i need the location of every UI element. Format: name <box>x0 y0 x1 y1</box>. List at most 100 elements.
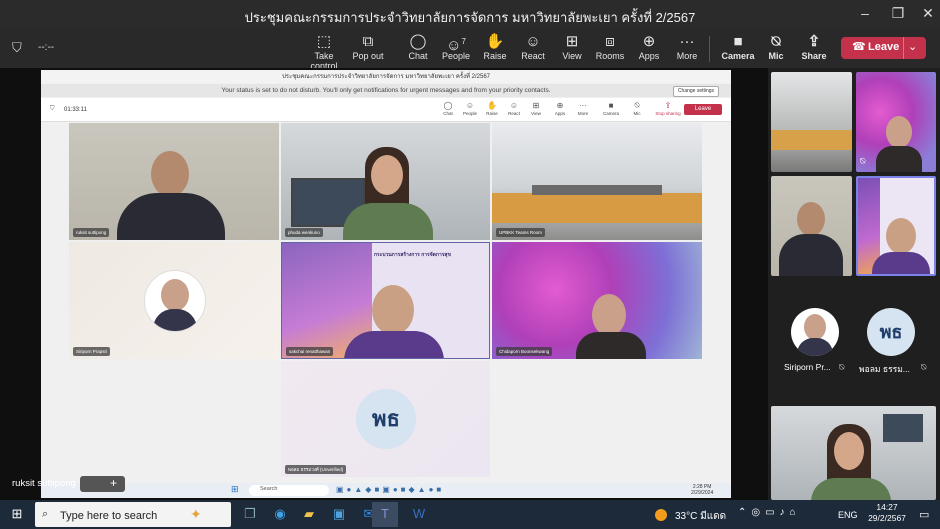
toolbar-divider <box>709 36 710 62</box>
avatar-ploam[interactable]: พธ <box>867 308 915 356</box>
chat-icon: ◯ <box>443 101 453 110</box>
chevron-down-icon[interactable]: ⌄ <box>908 40 917 53</box>
tile-name: phuda wenkuno <box>285 228 323 237</box>
phone-icon: ☎ <box>852 41 866 53</box>
weather-text[interactable]: 33°C มีแดด <box>675 509 726 524</box>
person-body <box>779 234 843 276</box>
pop-out-icon: ⧉ <box>362 33 374 50</box>
taskbar-clock[interactable]: 14:27 29/2/2567 <box>862 502 912 524</box>
hand-icon: ✋ <box>487 101 497 110</box>
leave-label: Leave <box>868 41 900 53</box>
change-settings-button: Change settings <box>673 86 719 97</box>
strip-tile-ruksit[interactable] <box>771 176 852 276</box>
more-icon: ··· <box>679 33 695 50</box>
shared-view: ⊞ View <box>525 101 547 116</box>
video-tile-sakchai: กระบวนการสร้างการ การจัดการสุข sakchai r… <box>281 242 490 359</box>
edge-icon[interactable]: ◉ <box>269 504 291 524</box>
windows-start-icon[interactable]: ⊞ <box>6 504 28 524</box>
person-body <box>117 193 225 240</box>
people-icon: ☺7 <box>446 37 466 54</box>
strip-tile-chidaporn[interactable]: ⍉ <box>856 72 936 172</box>
avatar-siriporn[interactable] <box>791 308 839 356</box>
language-indicator[interactable]: ENG <box>838 510 858 520</box>
maximize-button[interactable]: ❐ <box>883 5 913 22</box>
window-title: ประชุมคณะกรรมการประจำวิทยาลัยการจัดการ ม… <box>244 10 696 25</box>
mic-off-icon: ⍉ <box>839 362 845 372</box>
more-button[interactable]: ··· More <box>665 33 709 61</box>
avatar <box>144 270 206 332</box>
person-head <box>797 202 825 236</box>
video-tile-room: UPBKK Teams Room <box>492 123 702 240</box>
strip-tile-room[interactable] <box>771 72 852 172</box>
table-skirt <box>771 130 852 150</box>
close-button[interactable]: ✕ <box>913 5 940 22</box>
people-button[interactable]: ☺7 People <box>434 33 478 61</box>
strip-tile-phuda[interactable] <box>771 406 936 500</box>
self-video-name: ruksit suttipong <box>12 478 76 489</box>
notification-icon[interactable]: ▭ <box>919 508 929 521</box>
plus-icon: ⊕ <box>556 101 564 110</box>
self-video-controls[interactable] <box>80 476 125 492</box>
avatar-tile-siriporn: Siriporn Prapsri <box>69 242 279 359</box>
person-body <box>576 332 646 359</box>
avatar-tile-ploam: พธ พอลม ธรรมวงศ์ (Unverified) <box>281 361 490 477</box>
tile-name: sakchai renatthawan <box>286 347 334 356</box>
person-head <box>151 151 189 197</box>
tile-name: Siriporn Prapsri <box>73 347 111 356</box>
person-body <box>344 331 444 358</box>
video-tile-phuda: phuda wenkuno <box>281 123 490 240</box>
shared-people: ☺ People <box>459 101 481 116</box>
person-face <box>371 155 403 195</box>
share-button[interactable]: ⇪ Share <box>792 33 836 61</box>
search-icon: ⌕ <box>42 508 49 520</box>
pop-out-button[interactable]: ⧉ Pop out <box>346 33 390 61</box>
react-button[interactable]: ☺ React <box>511 33 555 61</box>
sun-icon <box>655 509 667 521</box>
mic-off-icon: ⍉ <box>921 362 927 372</box>
table-skirt <box>492 193 702 223</box>
task-view-icon[interactable]: ❐ <box>239 504 261 524</box>
camera-icon: ■ <box>608 101 614 110</box>
smiley-icon: ☺ <box>525 33 541 50</box>
tile-name: พอลม ธรรมวงศ์ (Unverified) <box>285 465 347 474</box>
rooms-icon: ⧈ <box>605 33 615 50</box>
mic-off-icon: ⍉ <box>860 156 866 166</box>
shared-timer: 01:33:11 <box>64 107 87 113</box>
person-face <box>834 432 864 470</box>
people-icon: ☺ <box>465 101 475 110</box>
windows-icon: ⊞ <box>231 484 239 494</box>
avatar-face <box>161 279 189 311</box>
plus-icon[interactable]: + <box>110 476 117 490</box>
strip-name-siriporn: Siriporn Pr... <box>784 362 831 372</box>
person-head <box>592 294 626 336</box>
shared-window-title: ประชุมคณะกรรมการประจำวิทยาลัยการจัดการ ม… <box>41 71 731 83</box>
share-icon: ⇪ <box>807 33 821 50</box>
file-explorer-icon[interactable]: ▰ <box>298 504 320 524</box>
stop-share-icon: ⇪ <box>664 101 672 110</box>
shared-search-label: Search <box>260 486 278 492</box>
strip-name-ploam: พอลม ธรรม... <box>859 364 910 374</box>
avatar-face <box>804 314 826 340</box>
shared-apps: ⊕ Apps <box>549 101 571 116</box>
shared-raise: ✋ Raise <box>481 101 503 116</box>
rooms-button[interactable]: ⧈ Rooms <box>588 33 632 61</box>
shield-icon: ⛉ <box>50 106 55 112</box>
take-control-button[interactable]: ⬚ Take control <box>302 33 346 71</box>
video-tile-ruksit: ruksit suttipong <box>69 123 279 240</box>
person-body <box>343 203 433 240</box>
teams-icon[interactable]: T <box>374 504 396 524</box>
avatar-body <box>153 309 197 331</box>
person-body <box>876 146 922 172</box>
more-icon: ··· <box>579 101 587 110</box>
minimize-button[interactable]: – <box>850 5 880 21</box>
sparkle-icon: ✦ <box>190 506 202 522</box>
store-icon[interactable]: ▣ <box>328 504 350 524</box>
person-body <box>811 478 891 500</box>
table-top <box>532 185 662 195</box>
strip-tile-sakchai[interactable] <box>856 176 936 276</box>
taskbar-search-placeholder: Type here to search <box>60 510 158 522</box>
tray-icons[interactable]: ⌃◎▭♪⌂ <box>738 507 801 518</box>
shared-camera: ■ Camera <box>600 101 622 116</box>
shield-icon: ⛉ <box>12 40 22 55</box>
word-icon[interactable]: W <box>408 504 430 524</box>
